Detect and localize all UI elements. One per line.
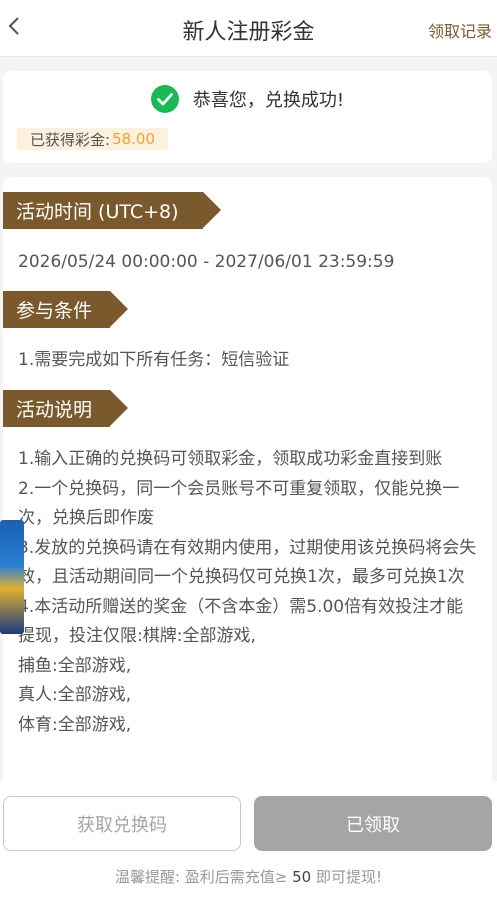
bottom-action-bar: 获取兑换码 已领取 温馨提醒: 盈利后需充值≥ 50 即可提现! — [0, 781, 497, 899]
activity-details[interactable]: 活动时间 (UTC+8) 2026/05/24 00:00:00 - 2027/… — [3, 177, 492, 781]
withdraw-tip: 温馨提醒: 盈利后需充值≥ 50 即可提现! — [0, 866, 497, 887]
claim-record-link[interactable]: 领取记录 — [428, 18, 492, 42]
description-list: 1.输入正确的兑换码可领取彩金，领取成功彩金直接到账 2.一个兑换码，同一个会员… — [18, 445, 480, 740]
bonus-label: 已获得彩金: — [30, 130, 111, 149]
get-code-button[interactable]: 获取兑换码 — [3, 796, 241, 851]
page-title: 新人注册彩金 — [182, 20, 315, 45]
list-item: 3.发放的兑换码请在有效期内使用，过期使用该兑换码将会失效，且活动期间同一个兑换… — [18, 537, 477, 588]
list-item: 4.本活动所赠送的奖金（不含本金）需5.00倍有效投注才能提现，投注仅限:棋牌:… — [18, 596, 464, 647]
success-card: 恭喜您，兑换成功! 已获得彩金: 58.00 — [3, 71, 492, 163]
floating-promo-banner[interactable] — [0, 520, 24, 634]
section-tag-condition: 参与条件 — [3, 291, 128, 328]
list-item: 2.一个兑换码，同一个会员账号不可重复领取，仅能兑换一次，兑换后即作废 — [18, 478, 460, 529]
list-item: 1.输入正确的兑换码可领取彩金，领取成功彩金直接到账 — [18, 449, 443, 469]
tip-suffix: 即可提现! — [316, 868, 383, 886]
list-item: 真人:全部游戏, — [18, 685, 132, 705]
list-item: 体育:全部游戏, — [18, 714, 132, 735]
success-row: 恭喜您，兑换成功! — [3, 85, 492, 113]
activity-time-text: 2026/05/24 00:00:00 - 2027/06/01 23:59:5… — [18, 252, 395, 272]
success-message: 恭喜您，兑换成功! — [192, 90, 345, 111]
list-item: 捕鱼:全部游戏, — [18, 655, 132, 676]
claimed-button[interactable]: 已领取 — [254, 796, 492, 851]
bonus-badge: 已获得彩金: 58.00 — [17, 128, 169, 150]
tip-prefix: 温馨提醒: 盈利后需充值≥ — [114, 868, 288, 886]
section-tag-description: 活动说明 — [3, 390, 128, 427]
top-nav-bar: 新人注册彩金 领取记录 — [0, 0, 497, 57]
condition-text: 1.需要完成如下所有任务：短信验证 — [18, 350, 290, 370]
check-circle-icon — [150, 85, 179, 113]
tip-amount: 50 — [292, 868, 312, 886]
section-tag-time: 活动时间 (UTC+8) — [3, 192, 221, 229]
bonus-value: 58.00 — [112, 130, 156, 148]
